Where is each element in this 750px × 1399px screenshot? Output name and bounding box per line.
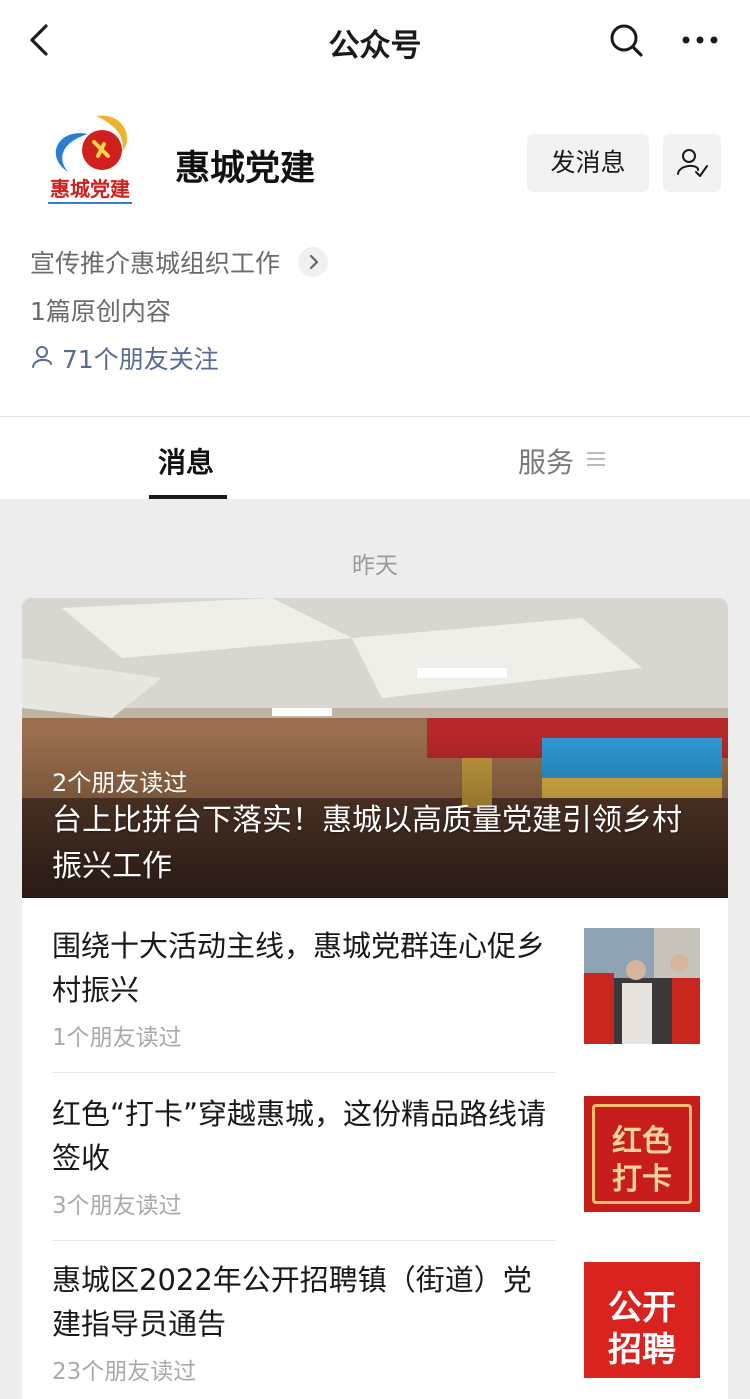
menu-icon[interactable]: [587, 451, 605, 466]
tab-indicator: [149, 495, 227, 499]
tab-messages[interactable]: 消息: [158, 441, 214, 481]
original-count: 1篇原创内容: [30, 297, 171, 326]
friends-follow[interactable]: 71个朋友关注: [30, 340, 219, 376]
tab-bar: 消息 服务: [0, 417, 750, 499]
followed-button[interactable]: [663, 134, 721, 192]
article-read-count: 3个朋友读过: [52, 1193, 182, 1219]
account-name: 惠城党建: [175, 149, 316, 189]
hero-article[interactable]: 2个朋友读过 台上比拼台下落实！惠城以高质量党建引领乡村振兴工作: [22, 598, 728, 898]
divider: [52, 1072, 556, 1073]
account-intro[interactable]: 宣传推介惠城组织工作: [30, 244, 280, 280]
article-title: 红色“打卡”穿越惠城，这份精品路线请签收: [52, 1097, 547, 1175]
thumb-text: 打卡: [612, 1162, 672, 1197]
search-icon[interactable]: [604, 18, 648, 62]
article-thumbnail: [584, 928, 700, 1044]
logo-text: 惠城党建: [50, 177, 130, 201]
user-icon: [32, 346, 52, 368]
account-logo[interactable]: 惠城党建: [38, 104, 142, 208]
send-message-button[interactable]: 发消息: [527, 134, 649, 192]
more-icon[interactable]: [676, 22, 724, 58]
article-title: 围绕十大活动主线，惠城党群连心促乡村振兴: [52, 929, 546, 1007]
nav-bar: 公众号: [0, 0, 750, 82]
date-label: 昨天: [352, 553, 398, 579]
article-read-count: 1个朋友读过: [52, 1025, 182, 1051]
profile-header: 惠城党建 惠城党建 发消息 宣传推介惠城组织工作 1篇原创内容 71个朋友关注: [0, 82, 750, 416]
tab-services[interactable]: 服务: [518, 441, 574, 481]
hero-read-count: 2个朋友读过: [52, 769, 188, 797]
article-card: 2个朋友读过 台上比拼台下落实！惠城以高质量党建引领乡村振兴工作 围绕十大活动主…: [22, 598, 728, 1399]
divider: [52, 1240, 556, 1241]
user-check-icon: [677, 149, 708, 177]
article-read-count: 23个朋友读过: [52, 1359, 197, 1385]
friends-follow-label: 71个朋友关注: [62, 345, 219, 374]
chevron-right-icon[interactable]: [298, 247, 328, 277]
hero-title: 台上比拼台下落实！惠城以高质量党建引领乡村振兴工作: [52, 803, 682, 884]
thumb-text: 招聘: [608, 1330, 676, 1370]
article-thumbnail: 公开 招聘: [584, 1262, 700, 1378]
article-thumbnail: 红色 打卡: [584, 1096, 700, 1212]
article-title: 惠城区2022年公开招聘镇（街道）党建指导员通告: [52, 1263, 532, 1341]
